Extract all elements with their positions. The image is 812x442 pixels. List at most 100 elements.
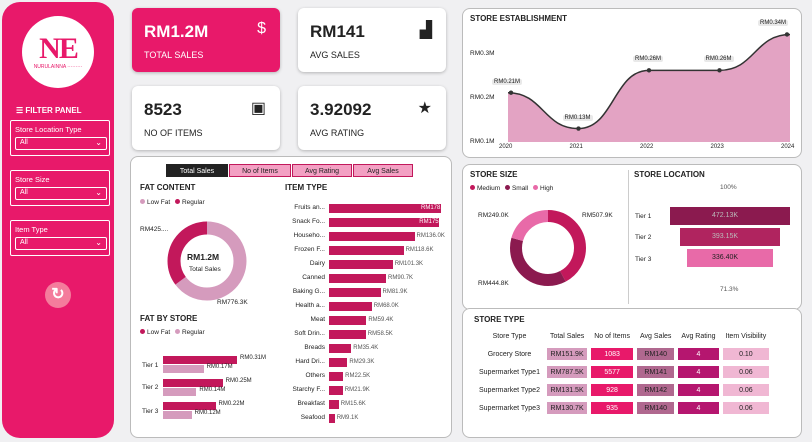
item-type-label: Health a... (295, 302, 325, 309)
table-cell: 4 (678, 402, 719, 414)
table-cell: RM141 (637, 366, 675, 378)
reset-filters-button[interactable]: ↻ (45, 282, 71, 308)
tab-no-of-items[interactable]: No of Items (229, 164, 291, 177)
tier-label: Tier 3 (142, 408, 159, 415)
item-type-bar (329, 302, 372, 311)
table-cell: RM140 (637, 348, 675, 360)
money-hand-icon: $ (257, 20, 266, 37)
y-tick-label: RM0.3M (470, 50, 495, 57)
slicer-label: Store Size (15, 175, 50, 184)
item-type-label: Breakfast (297, 400, 325, 407)
column-header: Avg Rating (681, 332, 716, 340)
donut-center-label: Total Sales (189, 266, 221, 273)
chevron-down-icon: ⌄ (95, 238, 102, 247)
fat-content-title: FAT CONTENT (140, 183, 196, 192)
kpi-no-of-items: 8523 NO OF ITEMS ▣ (132, 86, 280, 150)
item-type-bar (329, 372, 344, 381)
table-row: Grocery Store RM151.9K 1083 RM140 4 0.10 (476, 348, 770, 360)
data-label: RM0.26M (703, 56, 734, 63)
funnel-bottom-percent: 71.3% (720, 286, 739, 293)
column-header: No of Items (594, 332, 631, 340)
low-fat-bar (163, 356, 237, 364)
slicer-store-size: Store Size All ⌄ (10, 170, 110, 206)
item-type-value-label: RM101.3K (394, 261, 424, 267)
tier-label: Tier 2 (635, 234, 652, 241)
kpi-avg-rating: 3.92092 AVG RATING ★ (298, 86, 446, 150)
data-point (784, 32, 790, 37)
store-type-table: Store Type Total Sales No of Items Avg Sale… (472, 324, 773, 420)
chevron-down-icon: ⌄ (95, 188, 102, 197)
item-type-value-label: RM136.0K (416, 233, 445, 239)
kpi-value: RM1.2M (144, 22, 209, 41)
item-type-label: Meat (310, 316, 325, 323)
item-type-value-label: RM58.5K (367, 331, 393, 337)
table-cell: Supermarket Type3 (479, 404, 540, 412)
data-label: RM0.34M (758, 20, 789, 27)
store-size-legend: Medium Small High (470, 185, 553, 192)
item-type-label: Hard Dri... (295, 358, 325, 365)
table-cell: RM130.7K (546, 402, 588, 414)
tab-avg-sales[interactable]: Avg Sales (353, 164, 413, 177)
item-type-label: Dairy (309, 260, 325, 267)
kpi-label: NO OF ITEMS (144, 128, 203, 138)
item-type-label: Baking G... (292, 288, 325, 295)
low-fat-bar (163, 379, 223, 387)
medium-value-label: RM507.9K (582, 212, 613, 219)
table-header-row: Store Type Total Sales No of Items Avg Sale… (476, 330, 769, 342)
table-cell: RM151.9K (546, 348, 588, 360)
slicer-store-location-type: Store Location Type All ⌄ (10, 120, 110, 156)
item-type-label: Starchy F... (292, 386, 325, 393)
low-fat-value-label: RM0.25M (225, 378, 252, 384)
item-type-value-label: RM175.4K (419, 219, 448, 225)
store-size-title: STORE SIZE (470, 170, 518, 179)
table-row: Supermarket Type2 RM131.5K 928 RM142 4 0.06 (476, 384, 770, 396)
item-type-value-label: RM59.4K (368, 317, 394, 323)
logo-subtitle: NURULAINNA ········· (33, 64, 83, 70)
store-size-dropdown[interactable]: All ⌄ (15, 187, 107, 200)
fat-content-legend: Low Fat Regular (140, 199, 205, 206)
table-cell: 928 (591, 384, 634, 396)
logo-text: NE (39, 32, 79, 65)
item-type-bar (329, 232, 415, 241)
item-type-label: Breads (304, 344, 325, 351)
kpi-value: RM141 (310, 22, 365, 41)
item-type-title: ITEM TYPE (285, 183, 328, 192)
item-type-value-label: RM15.6K (340, 401, 366, 407)
regular-value-label: RM0.14M (199, 387, 226, 393)
tier-label: Tier 1 (142, 362, 159, 369)
x-tick-label: 2022 (640, 144, 654, 150)
table-cell: 0.06 (722, 384, 770, 396)
item-type-bar (329, 316, 367, 325)
table-cell: 0.06 (722, 402, 770, 414)
table-cell: Supermarket Type1 (479, 368, 540, 376)
high-value-label: RM249.0K (478, 212, 509, 219)
kpi-value: 8523 (144, 100, 182, 119)
table-row: Supermarket Type1 RM787.5K 5577 RM141 4 0.06 (476, 366, 770, 378)
item-type-value-label: RM90.7K (388, 275, 414, 281)
donut-center-value: RM1.2M (187, 252, 220, 262)
item-type-value-label: RM118.6K (405, 247, 434, 253)
tab-avg-rating[interactable]: Avg Rating (292, 164, 352, 177)
tier-label: Tier 3 (635, 256, 652, 263)
data-label: RM0.21M (492, 78, 523, 85)
sliders-icon: ☰ (16, 106, 24, 115)
item-type-label: Snack Fo... (292, 218, 325, 225)
store-location-type-dropdown[interactable]: All ⌄ (15, 137, 107, 150)
funnel-top-percent: 100% (720, 184, 737, 191)
y-tick-label: RM0.2M (470, 94, 495, 101)
item-type-dropdown[interactable]: All ⌄ (15, 237, 107, 250)
low-fat-label: RM425.... (140, 226, 169, 233)
tab-total-sales[interactable]: Total Sales (166, 164, 228, 177)
item-type-value-label: RM68.0K (373, 303, 399, 309)
data-point (576, 126, 581, 131)
kpi-avg-sales: RM141 AVG SALES ▟ (298, 8, 446, 72)
item-type-value-label: RM35.4K (353, 345, 379, 351)
column-header: Store Type (492, 332, 527, 340)
item-type-label: Soft Drin... (294, 330, 325, 337)
item-type-label: Others (305, 372, 325, 379)
regular-bar (163, 365, 204, 373)
kpi-value: 3.92092 (310, 100, 372, 119)
x-tick-label: 2023 (710, 144, 724, 150)
table-cell: 4 (678, 348, 719, 360)
data-label: RM0.13M (562, 114, 593, 121)
